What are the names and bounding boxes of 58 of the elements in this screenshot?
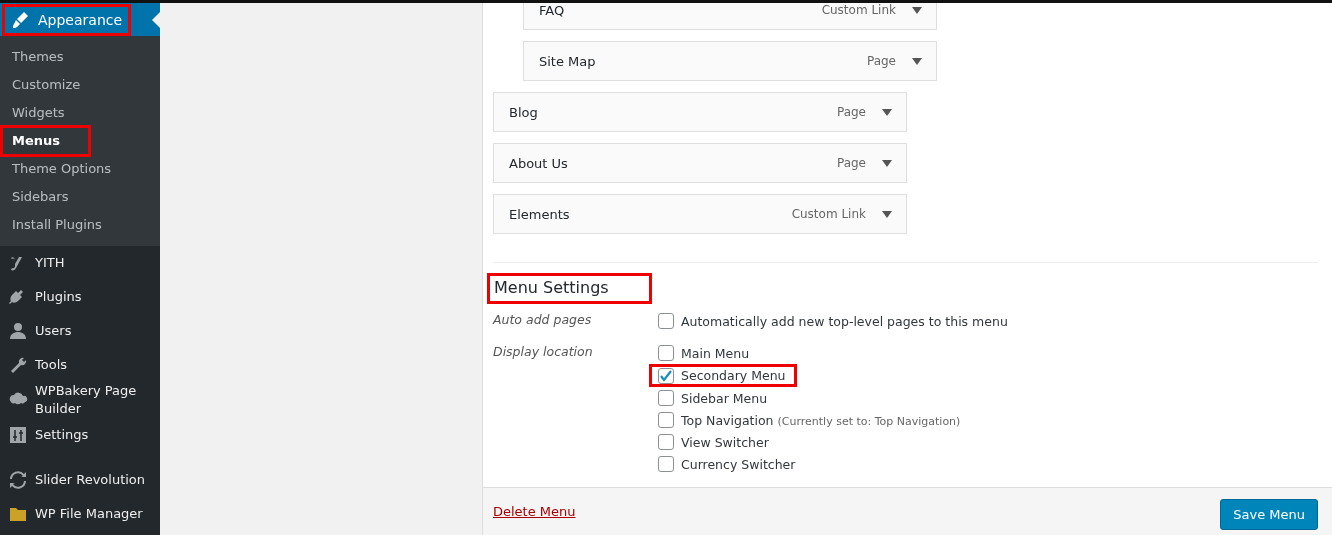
checkbox-option[interactable]: Currency Switcher <box>658 453 969 475</box>
checkbox-option[interactable]: Secondary Menu <box>652 367 794 384</box>
submenu-item[interactable]: Menus <box>3 128 88 154</box>
checkbox[interactable] <box>658 313 674 329</box>
user-icon <box>8 321 28 341</box>
sidebar-item[interactable]: WP File Manager <box>0 497 160 531</box>
dropdown-arrow-icon[interactable] <box>882 159 892 167</box>
checkbox[interactable] <box>658 367 674 384</box>
checkbox[interactable] <box>658 390 674 406</box>
checkbox[interactable] <box>658 345 674 361</box>
sliders-icon <box>8 425 28 445</box>
field-label: Auto add pages <box>493 311 593 329</box>
menu-item-type: Custom Link <box>821 3 896 17</box>
section-heading: Menu Settings <box>493 277 610 299</box>
dropdown-arrow-icon[interactable] <box>882 210 892 218</box>
sidebar-item[interactable]: Tools <box>0 348 160 382</box>
checkbox-option[interactable]: Top Navigation (Currently set to: Top Navigation) <box>658 409 969 431</box>
menu-item-bar[interactable]: Site Map Page <box>523 41 937 81</box>
menu-item-type: Page <box>836 156 866 170</box>
menu-item-type: Custom Link <box>791 207 866 221</box>
menu-item-bar[interactable]: About Us Page <box>493 143 907 183</box>
delete-menu-link[interactable]: Delete Menu <box>493 504 576 519</box>
submenu-item[interactable]: Customize <box>0 71 160 99</box>
checkbox-option[interactable]: Automatically add new top-level pages to this menu <box>658 310 1016 332</box>
refresh-icon <box>8 470 28 490</box>
menu-item-bar[interactable]: FAQ Custom Link <box>523 3 937 30</box>
checkbox-option[interactable]: Sidebar Menu <box>658 387 969 409</box>
menu-item-title: Blog <box>509 104 539 120</box>
submenu-item[interactable]: Theme Options <box>0 155 160 183</box>
checkbox[interactable] <box>658 434 674 450</box>
sidebar-item[interactable]: Settings <box>0 418 160 452</box>
save-menu-button[interactable]: Save Menu <box>1220 499 1318 530</box>
field-label: Display location <box>493 343 594 361</box>
menu-item-type: Page <box>866 54 896 68</box>
menu-item-title: Site Map <box>539 53 597 69</box>
submenu-item[interactable]: Themes <box>0 43 160 71</box>
menu-item-type: Page <box>836 105 866 119</box>
menu-item-bar[interactable]: Blog Page <box>493 92 907 132</box>
menu-item-title: Elements <box>509 206 571 222</box>
menu-item-title: About Us <box>509 155 569 171</box>
submenu-item[interactable]: Sidebars <box>0 183 160 211</box>
dropdown-arrow-icon[interactable] <box>912 6 922 14</box>
submenu-item[interactable]: Widgets <box>0 99 160 127</box>
sidebar-item[interactable]: WPBakery Page Builder <box>0 382 160 418</box>
menu-item-bar[interactable]: Elements Custom Link <box>493 194 907 234</box>
checkbox-option[interactable]: Main Menu <box>658 342 969 364</box>
submenu-item[interactable]: Install Plugins <box>0 211 160 239</box>
checkbox[interactable] <box>658 456 674 472</box>
menu-item-title: FAQ <box>539 3 566 18</box>
checkbox[interactable] <box>658 412 674 428</box>
sidebar-item[interactable]: Slider Revolution <box>0 463 160 497</box>
sidebar-item[interactable]: Plugins <box>0 280 160 314</box>
sidebar-item[interactable]: YITH <box>0 246 160 280</box>
brush-icon <box>10 9 30 30</box>
dropdown-arrow-icon[interactable] <box>882 108 892 116</box>
sidebar-item[interactable]: Users <box>0 314 160 348</box>
checkbox-option[interactable]: View Switcher <box>658 431 969 453</box>
dropdown-arrow-icon[interactable] <box>912 57 922 65</box>
